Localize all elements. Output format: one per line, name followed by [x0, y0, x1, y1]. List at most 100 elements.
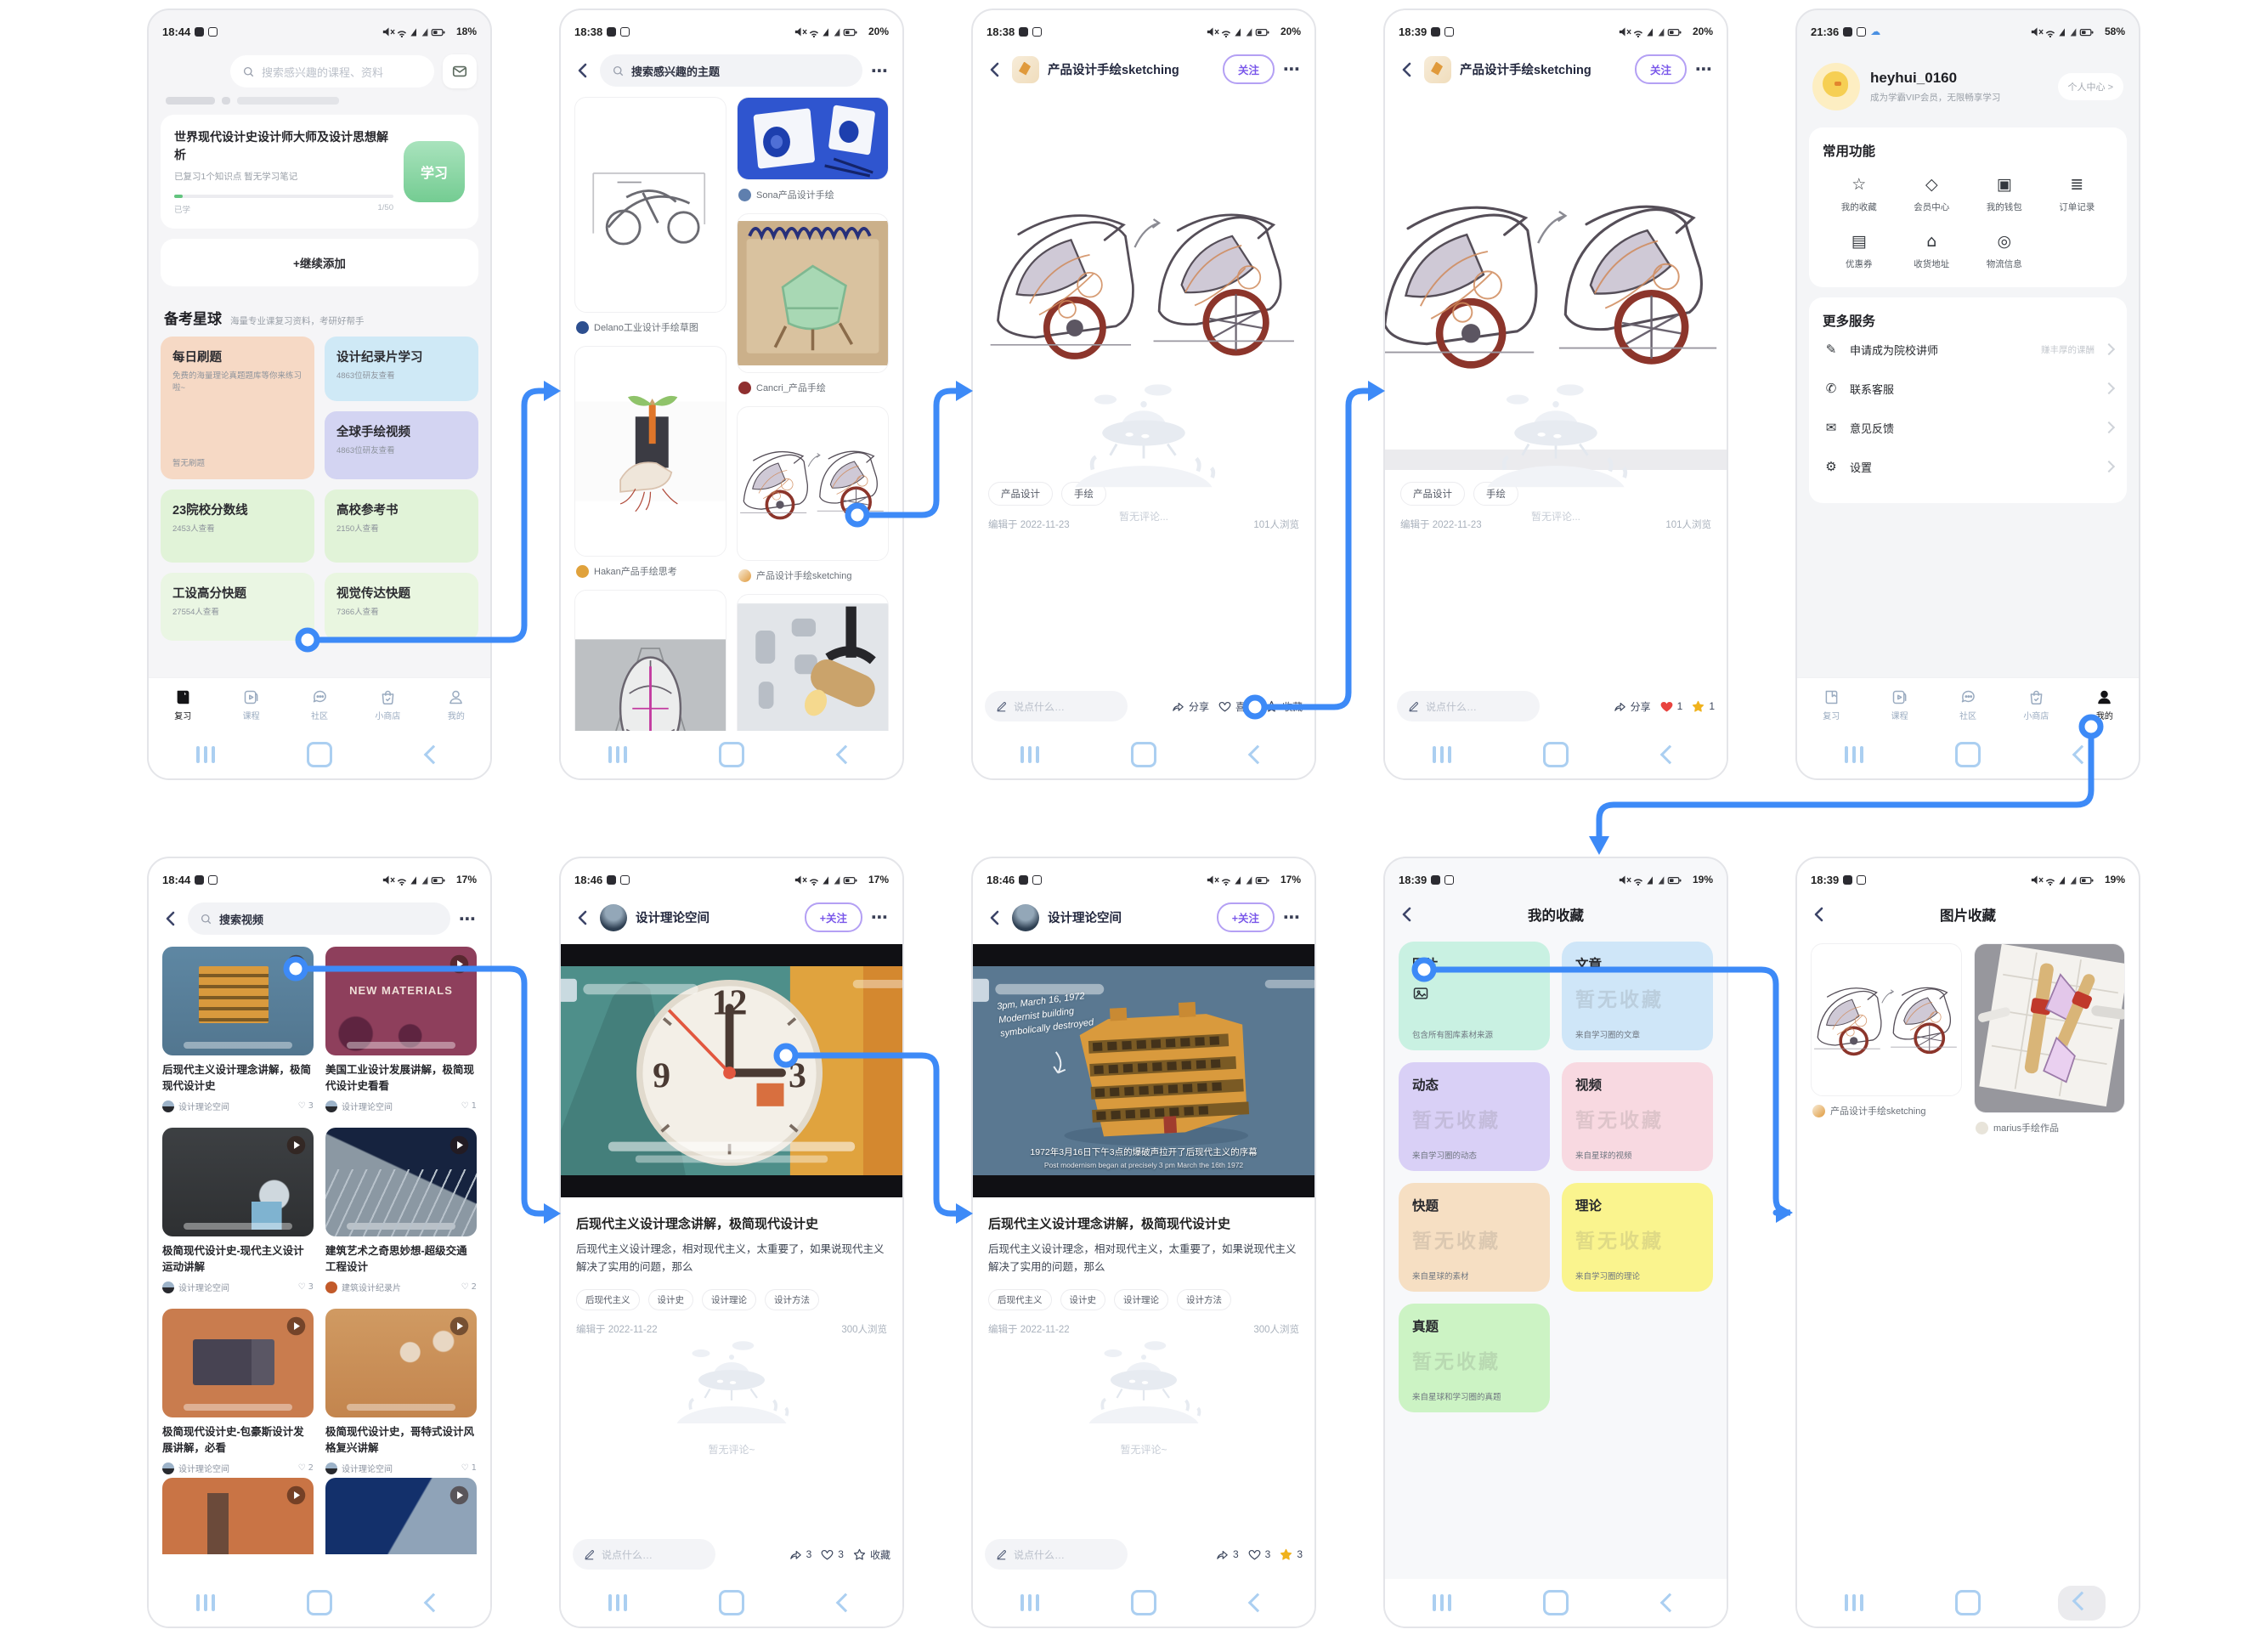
search-input[interactable]: 搜索视频 — [188, 902, 450, 935]
tab-item[interactable]: 我的 — [2071, 678, 2139, 731]
favorite-category-card[interactable]: 快题 暂无收藏 来自星球的素材 — [1399, 1183, 1550, 1292]
comment-input[interactable]: 说点什么… — [985, 1539, 1128, 1570]
video-thumbnail-partial[interactable] — [162, 1478, 314, 1554]
tab-item[interactable]: 小商店 — [2002, 678, 2070, 731]
favorite-image-marker-sketch[interactable] — [1974, 943, 2125, 1113]
like-count[interactable]: ♡2 — [461, 1282, 477, 1292]
favorite-category-card[interactable]: 文章 暂无收藏 来自学习圈的文章 — [1562, 942, 1713, 1050]
like-button[interactable]: 3 — [1247, 1547, 1271, 1562]
recent-apps-button[interactable] — [1797, 731, 1911, 778]
user-avatar[interactable] — [1812, 63, 1860, 110]
android-back-button[interactable] — [2025, 1579, 2139, 1627]
like-count[interactable]: ♡1 — [461, 1101, 477, 1111]
video-card[interactable]: 极简现代设计史-包豪斯设计发展讲解，必看 设计理论空间 ♡2 — [162, 1309, 314, 1478]
add-more-button[interactable]: +继续添加 — [161, 239, 478, 286]
quick-action[interactable]: ◎ 物流信息 — [1968, 234, 2041, 270]
android-back-button[interactable] — [376, 1579, 490, 1627]
android-back-button[interactable] — [376, 731, 490, 778]
post-caption[interactable]: Delano工业设计手绘草图 — [576, 320, 725, 334]
favorite-image-caption[interactable]: 产品设计手绘sketching — [1812, 1104, 1960, 1117]
favorite-button[interactable]: 收藏 — [852, 1547, 890, 1562]
recent-apps-button[interactable] — [561, 731, 675, 778]
channel-name[interactable]: 设计理论空间 — [342, 1462, 457, 1474]
post-caption[interactable]: Sona产品设计手绘 — [738, 188, 887, 201]
home-button[interactable] — [675, 731, 789, 778]
tab-item[interactable]: 我的 — [422, 678, 490, 731]
channel-name[interactable]: 设计理论空间 — [1048, 908, 1208, 926]
like-button[interactable]: 3 — [820, 1547, 844, 1562]
home-button[interactable] — [1499, 1579, 1613, 1627]
tag[interactable]: 设计方法 — [1177, 1289, 1231, 1310]
tab-item[interactable]: 课程 — [217, 678, 285, 731]
video-thumbnail[interactable] — [162, 1128, 314, 1236]
android-back-button[interactable] — [789, 1579, 902, 1627]
video-title[interactable]: 建筑艺术之奇思妙想-超级交通工程设计 — [325, 1243, 477, 1276]
mail-button[interactable] — [443, 54, 477, 88]
android-back-button[interactable] — [2025, 731, 2139, 778]
follow-button[interactable]: +关注 — [1217, 902, 1275, 932]
post-image-chair-sketch[interactable] — [737, 213, 889, 373]
recent-apps-button[interactable] — [149, 1579, 263, 1627]
video-title[interactable]: 极简现代设计史-包豪斯设计发展讲解，必看 — [162, 1424, 314, 1457]
favorite-button[interactable]: 收藏 — [1264, 699, 1303, 714]
video-title[interactable]: 极简现代设计史，哥特式设计风格复兴讲解 — [325, 1424, 477, 1457]
back-icon[interactable] — [1399, 61, 1416, 78]
android-back-button[interactable] — [1201, 731, 1314, 778]
favorite-image-caption[interactable]: marius手绘作品 — [1976, 1121, 2123, 1134]
video-player[interactable]: 12 9 3 — [561, 944, 902, 1197]
tab-item[interactable]: 社区 — [285, 678, 353, 731]
category-card[interactable]: 高校参考书 2150人查看 — [325, 489, 478, 563]
tag[interactable]: 设计方法 — [765, 1289, 819, 1310]
search-input[interactable]: 搜索感兴趣的课程、资料 — [230, 55, 434, 88]
course-card[interactable]: 世界现代设计史设计师大师及设计思想解析 已复习1个知识点 暂无学习笔记 已学1/… — [161, 115, 478, 229]
share-button[interactable]: 分享 — [1171, 699, 1209, 714]
recent-apps-button[interactable] — [973, 1579, 1087, 1627]
android-back-button[interactable] — [1613, 731, 1727, 778]
post-image-hand-pencil[interactable] — [574, 346, 726, 557]
channel-name[interactable]: 建筑设计纪录片 — [342, 1281, 457, 1293]
favorite-button[interactable]: 3 — [1279, 1547, 1303, 1562]
video-thumbnail[interactable]: NEW MATERIALS — [325, 947, 477, 1055]
more-icon[interactable]: ⋯ — [1283, 907, 1301, 928]
video-card[interactable]: 极简现代设计史-现代主义设计运动讲解 设计理论空间 ♡3 — [162, 1128, 314, 1297]
video-title[interactable]: 美国工业设计发展讲解，极简现代设计史看看 — [325, 1062, 477, 1095]
category-card[interactable]: 全球手绘视频 4863位研友查看 — [325, 411, 478, 479]
quick-action[interactable]: ◇ 会员中心 — [1896, 177, 1969, 213]
like-button[interactable]: 1 — [1659, 699, 1683, 714]
quick-action[interactable]: ☆ 我的收藏 — [1823, 177, 1896, 213]
favorite-button[interactable]: 1 — [1691, 699, 1715, 714]
channel-avatar[interactable] — [1012, 904, 1039, 931]
quick-action[interactable]: ▤ 优惠券 — [1823, 234, 1896, 270]
comment-input[interactable]: 说点什么… — [1397, 691, 1540, 721]
recent-apps-button[interactable] — [149, 731, 263, 778]
home-button[interactable] — [1911, 731, 2025, 778]
channel-name[interactable]: 产品设计手绘sketching — [1048, 60, 1214, 78]
video-card[interactable]: NEW MATERIALS 美国工业设计发展讲解，极简现代设计史看看 设计理论空… — [325, 947, 477, 1116]
back-icon[interactable] — [1399, 906, 1416, 923]
service-row[interactable]: ✆ 联系客服 — [1823, 369, 2113, 408]
video-thumbnail[interactable] — [325, 1128, 477, 1236]
tag[interactable]: 后现代主义 — [576, 1289, 640, 1310]
post-caption[interactable]: 产品设计手绘sketching — [738, 569, 887, 582]
tag[interactable]: 设计史 — [1060, 1289, 1106, 1310]
tab-item[interactable]: 课程 — [1865, 678, 1933, 731]
back-icon[interactable] — [1811, 906, 1828, 923]
service-row[interactable]: ✉ 意见反馈 — [1823, 408, 2113, 447]
tab-item[interactable]: 社区 — [1934, 678, 2002, 731]
home-button[interactable] — [675, 1579, 789, 1627]
like-count[interactable]: ♡3 — [298, 1282, 314, 1292]
share-button[interactable]: 3 — [1215, 1547, 1239, 1562]
tag[interactable]: 设计史 — [648, 1289, 694, 1310]
recent-apps-button[interactable] — [1385, 731, 1499, 778]
video-thumbnail-partial[interactable] — [325, 1478, 477, 1554]
home-button[interactable] — [1087, 731, 1201, 778]
quick-action[interactable]: ⌂ 收货地址 — [1896, 234, 1969, 270]
channel-name[interactable]: 设计理论空间 — [636, 908, 796, 926]
channel-avatar[interactable] — [600, 904, 627, 931]
tab-item[interactable]: 复习 — [1797, 678, 1865, 731]
category-card[interactable]: 23院校分数线 2453人查看 — [161, 489, 314, 563]
category-card[interactable]: 每日刷题 免费的海量理论真题题库等你来练习啦~ 暂无刷题 — [161, 337, 314, 479]
comment-input[interactable]: 说点什么… — [573, 1539, 715, 1570]
quick-action[interactable]: ▣ 我的钱包 — [1968, 177, 2041, 213]
post-image-washing-machines[interactable] — [737, 97, 889, 180]
